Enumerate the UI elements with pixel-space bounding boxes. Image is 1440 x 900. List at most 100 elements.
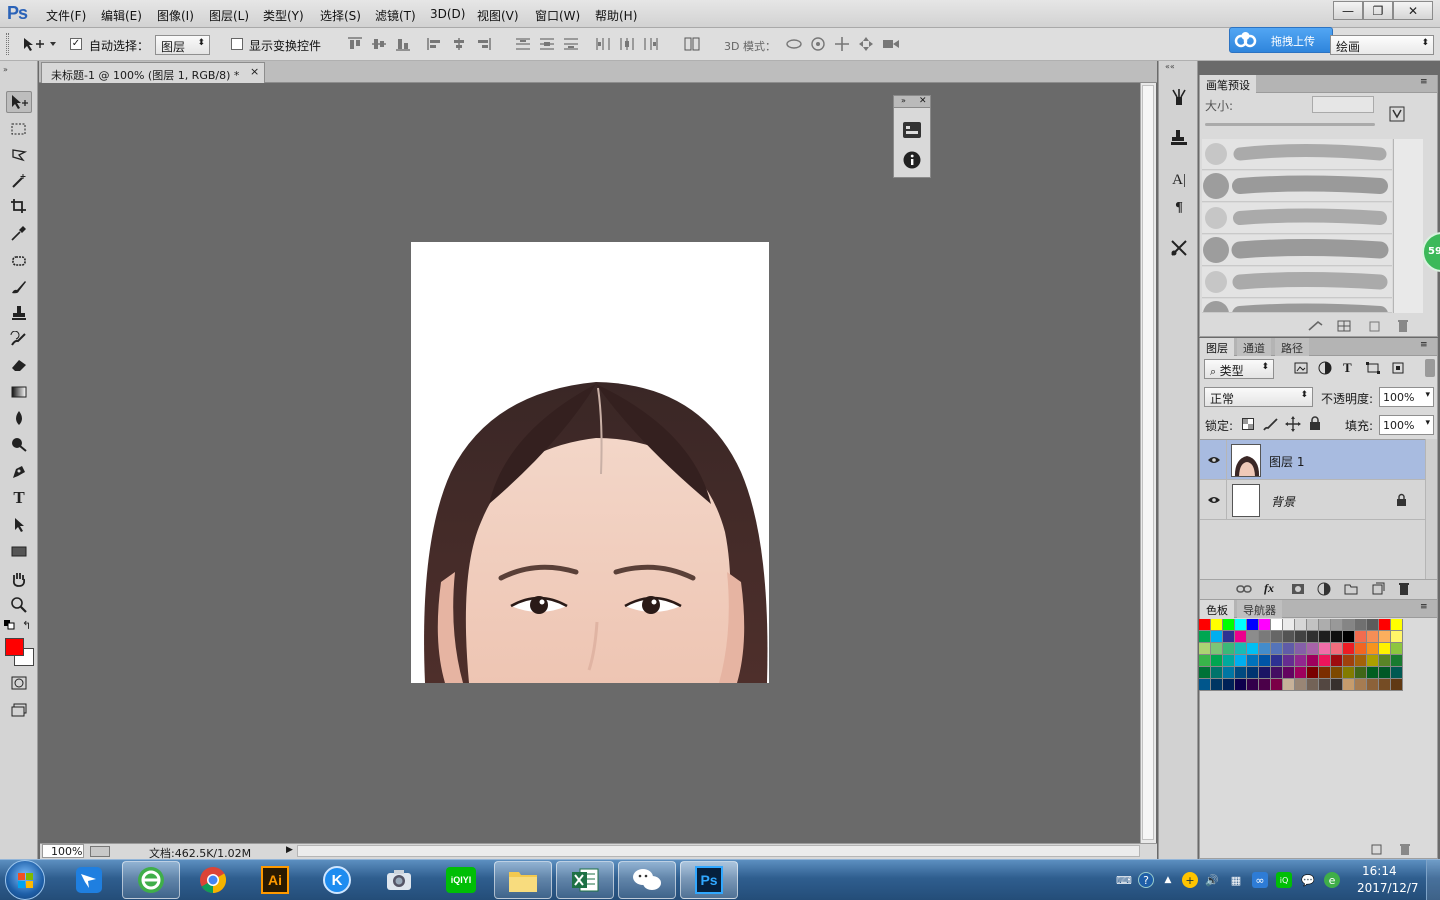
delete-swatch-icon[interactable] xyxy=(1399,843,1411,856)
color-swatch[interactable] xyxy=(1223,631,1235,643)
lock-image-icon[interactable] xyxy=(1263,417,1279,431)
tab-swatches[interactable]: 色板 xyxy=(1200,600,1234,618)
menu-view[interactable]: 视图(V) xyxy=(477,7,519,24)
color-swatch[interactable] xyxy=(1379,643,1391,655)
type-tool-icon[interactable]: T xyxy=(6,487,32,509)
lock-position-icon[interactable] xyxy=(1285,416,1301,432)
color-swatch[interactable] xyxy=(1235,679,1247,691)
link-layers-icon[interactable] xyxy=(1236,583,1252,595)
path-selection-tool-icon[interactable] xyxy=(6,514,32,536)
menu-edit[interactable]: 编辑(E) xyxy=(101,7,142,24)
eye-icon[interactable] xyxy=(1207,495,1221,505)
color-swatch[interactable] xyxy=(1199,667,1211,679)
color-swatch[interactable] xyxy=(1235,631,1247,643)
color-swatch[interactable] xyxy=(1247,667,1259,679)
color-swatch[interactable] xyxy=(1355,667,1367,679)
close-panel-icon[interactable]: ✕ xyxy=(919,96,927,106)
distribute-top-icon[interactable] xyxy=(515,37,531,51)
collapse-dock-icon[interactable]: «« xyxy=(1165,62,1175,71)
color-swatch[interactable] xyxy=(1211,655,1223,667)
color-swatch[interactable] xyxy=(1331,619,1343,631)
align-bottom-icon[interactable] xyxy=(395,37,411,51)
menu-layer[interactable]: 图层(L) xyxy=(209,7,249,24)
360-tray-icon[interactable]: e xyxy=(1324,872,1340,888)
color-swatch[interactable] xyxy=(1199,655,1211,667)
vertical-scrollbar-thumb[interactable] xyxy=(1142,85,1154,840)
brush-size-slider[interactable] xyxy=(1205,123,1375,126)
align-top-icon[interactable] xyxy=(347,37,363,51)
color-swatch[interactable] xyxy=(1199,631,1211,643)
color-swatch[interactable] xyxy=(1259,655,1271,667)
auto-select-checkbox[interactable]: ✓ xyxy=(70,38,82,50)
color-swatch[interactable] xyxy=(1211,631,1223,643)
lasso-tool-icon[interactable] xyxy=(6,144,32,166)
color-swatch[interactable] xyxy=(1343,619,1355,631)
magic-wand-tool-icon[interactable] xyxy=(6,170,32,192)
dodge-tool-icon[interactable] xyxy=(6,433,32,455)
color-swatch[interactable] xyxy=(1283,655,1295,667)
volume-icon[interactable]: 🔊 xyxy=(1204,872,1220,888)
color-swatch[interactable] xyxy=(1355,631,1367,643)
gradient-tool-icon[interactable] xyxy=(6,381,32,403)
color-swatch[interactable] xyxy=(1307,643,1319,655)
eraser-tool-icon[interactable] xyxy=(6,354,32,376)
color-swatch[interactable] xyxy=(1283,619,1295,631)
panel-menu-icon[interactable]: ≡ xyxy=(1420,77,1428,87)
color-swatch[interactable] xyxy=(1235,643,1247,655)
layer-name[interactable]: 背景 xyxy=(1271,493,1295,510)
color-swatch[interactable] xyxy=(1319,655,1331,667)
color-swatch[interactable] xyxy=(1391,631,1403,643)
3d-scale-icon[interactable] xyxy=(882,37,899,51)
color-swatch[interactable] xyxy=(1391,679,1403,691)
color-swatch[interactable] xyxy=(1259,631,1271,643)
filter-type-icon[interactable]: T xyxy=(1343,360,1352,376)
color-swatch[interactable] xyxy=(1319,643,1331,655)
expand-panel-icon[interactable]: » xyxy=(901,96,906,105)
color-swatch[interactable] xyxy=(1247,643,1259,655)
color-swatch[interactable] xyxy=(1343,667,1355,679)
distribute-right-icon[interactable] xyxy=(643,37,659,51)
minimize-button[interactable]: — xyxy=(1333,1,1363,20)
show-desktop-button[interactable] xyxy=(1426,860,1440,900)
color-swatch[interactable] xyxy=(1379,655,1391,667)
color-swatch[interactable] xyxy=(1295,619,1307,631)
color-swatch[interactable] xyxy=(1223,655,1235,667)
color-swatch[interactable] xyxy=(1211,619,1223,631)
clone-stamp-tool-icon[interactable] xyxy=(6,302,32,324)
lock-transparent-icon[interactable] xyxy=(1242,418,1254,430)
quick-mask-icon[interactable] xyxy=(6,672,32,694)
histogram-icon[interactable] xyxy=(902,121,922,139)
menu-3d[interactable]: 3D(D) xyxy=(430,7,465,21)
align-left-icon[interactable] xyxy=(427,37,443,51)
history-brush-tool-icon[interactable] xyxy=(6,328,32,350)
lock-all-icon[interactable] xyxy=(1309,416,1321,430)
color-swatch[interactable] xyxy=(1211,679,1223,691)
menu-filter[interactable]: 滤镜(T) xyxy=(375,7,416,24)
color-swatch[interactable] xyxy=(1247,655,1259,667)
pen-tool-icon[interactable] xyxy=(6,461,32,483)
color-swatch[interactable] xyxy=(1379,631,1391,643)
tray-app-icon[interactable]: + xyxy=(1182,872,1198,888)
color-swatch[interactable] xyxy=(1319,679,1331,691)
tab-paths[interactable]: 路径 xyxy=(1275,338,1309,356)
tab-navigator[interactable]: 导航器 xyxy=(1237,600,1282,618)
menu-file[interactable]: 文件(F) xyxy=(46,7,86,24)
color-swatch[interactable] xyxy=(1199,643,1211,655)
maximize-button[interactable]: ❐ xyxy=(1363,1,1393,20)
color-swatch[interactable] xyxy=(1343,631,1355,643)
delete-layer-icon[interactable] xyxy=(1398,582,1410,596)
filter-smart-object-icon[interactable] xyxy=(1391,361,1405,375)
color-swatch[interactable] xyxy=(1295,667,1307,679)
color-swatch[interactable] xyxy=(1355,643,1367,655)
brush-size-input[interactable] xyxy=(1312,96,1374,113)
character-panel-icon[interactable]: A| xyxy=(1166,169,1192,191)
color-swatch[interactable] xyxy=(1271,667,1283,679)
close-window-button[interactable]: ✕ xyxy=(1393,1,1433,20)
adjustment-layer-icon[interactable] xyxy=(1317,582,1331,596)
brush-preset-5[interactable] xyxy=(1202,267,1392,298)
3d-pan-icon[interactable] xyxy=(834,37,850,51)
color-swatch[interactable] xyxy=(1283,667,1295,679)
zoom-level-field[interactable]: 100% xyxy=(42,844,84,858)
color-swatch[interactable] xyxy=(1391,655,1403,667)
tool-presets-icon[interactable] xyxy=(1166,237,1192,259)
